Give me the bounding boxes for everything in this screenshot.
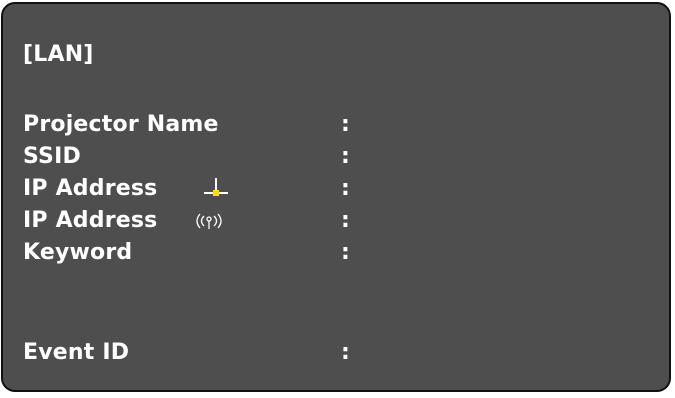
wired-lan-icon <box>204 178 228 196</box>
projector-name-separator: : <box>341 112 350 137</box>
lan-info-panel: [LAN] Projector Name : SSID : IP Address… <box>1 2 671 392</box>
row-ip-address-wired: IP Address : <box>23 176 643 202</box>
ip-address-wireless-separator: : <box>341 208 350 233</box>
row-ssid: SSID : <box>23 144 643 170</box>
ssid-label: SSID <box>23 144 81 169</box>
projector-name-label: Projector Name <box>23 112 219 137</box>
ip-address-wired-separator: : <box>341 176 350 201</box>
row-event-id: Event ID : <box>23 340 643 366</box>
wireless-lan-icon <box>196 213 222 229</box>
keyword-label: Keyword <box>23 240 133 265</box>
ip-address-wired-label: IP Address <box>23 176 158 201</box>
section-title: [LAN] <box>23 42 94 67</box>
event-id-label: Event ID <box>23 340 130 365</box>
event-id-separator: : <box>341 340 350 365</box>
row-projector-name: Projector Name : <box>23 112 643 138</box>
row-keyword: Keyword : <box>23 240 643 266</box>
ip-address-wireless-label: IP Address <box>23 208 158 233</box>
row-ip-address-wireless: IP Address : <box>23 208 643 234</box>
ssid-separator: : <box>341 144 350 169</box>
keyword-separator: : <box>341 240 350 265</box>
